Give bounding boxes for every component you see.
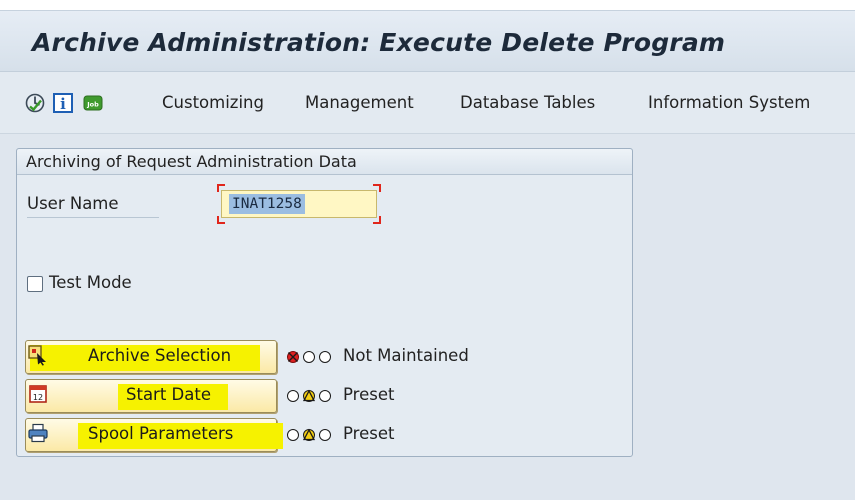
menu-information-system[interactable]: Information System [648,93,810,112]
menu-customizing[interactable]: Customizing [162,93,264,112]
content-area: Archiving of Request Administration Data… [0,134,855,500]
group-title: Archiving of Request Administration Data [26,152,357,171]
spool-parameters-button[interactable]: Spool Parameters [25,418,283,452]
job-icon[interactable]: Job [82,92,104,114]
printer-icon [27,422,49,444]
red-light-icon [285,349,337,365]
group-header: Archiving of Request Administration Data [17,149,632,175]
menu-management[interactable]: Management [305,93,414,112]
status-text: Not Maintained [343,346,469,365]
title-bar: Archive Administration: Execute Delete P… [0,10,855,72]
start-date-button[interactable]: 12 Start Date [25,379,277,413]
status-text: Preset [343,385,395,404]
execute-icon[interactable] [24,92,46,114]
user-name-input[interactable]: INAT1258 [221,190,377,218]
start-date-label: Start Date [126,385,211,404]
svg-text:i: i [60,95,66,113]
menu-database-tables[interactable]: Database Tables [460,93,595,112]
test-mode-label: Test Mode [49,273,132,292]
svg-text:12: 12 [33,393,43,402]
application-toolbar: i Job Customizing Management Database Ta… [0,72,855,134]
user-name-value: INAT1258 [229,194,305,214]
focus-corner [373,184,381,192]
page-title: Archive Administration: Execute Delete P… [32,28,726,57]
svg-text:Job: Job [86,101,99,109]
calendar-icon: 12 [27,383,49,405]
archive-selection-label: Archive Selection [88,346,232,365]
archiving-group-box: Archiving of Request Administration Data… [16,148,633,457]
focus-corner [217,184,225,192]
user-name-field-wrapper: INAT1258 [217,184,381,224]
info-icon[interactable]: i [52,92,74,114]
archive-selection-button[interactable]: Archive Selection [25,340,277,374]
focus-corner [373,216,381,224]
spool-parameters-label: Spool Parameters [88,424,234,443]
yellow-light-icon [285,388,337,404]
top-strip [0,0,855,10]
focus-corner [217,216,225,224]
yellow-light-icon [285,427,337,443]
user-name-label: User Name [27,194,159,218]
archive-selection-icon [27,344,49,366]
status-text: Preset [343,424,395,443]
test-mode-checkbox[interactable] [27,276,43,292]
